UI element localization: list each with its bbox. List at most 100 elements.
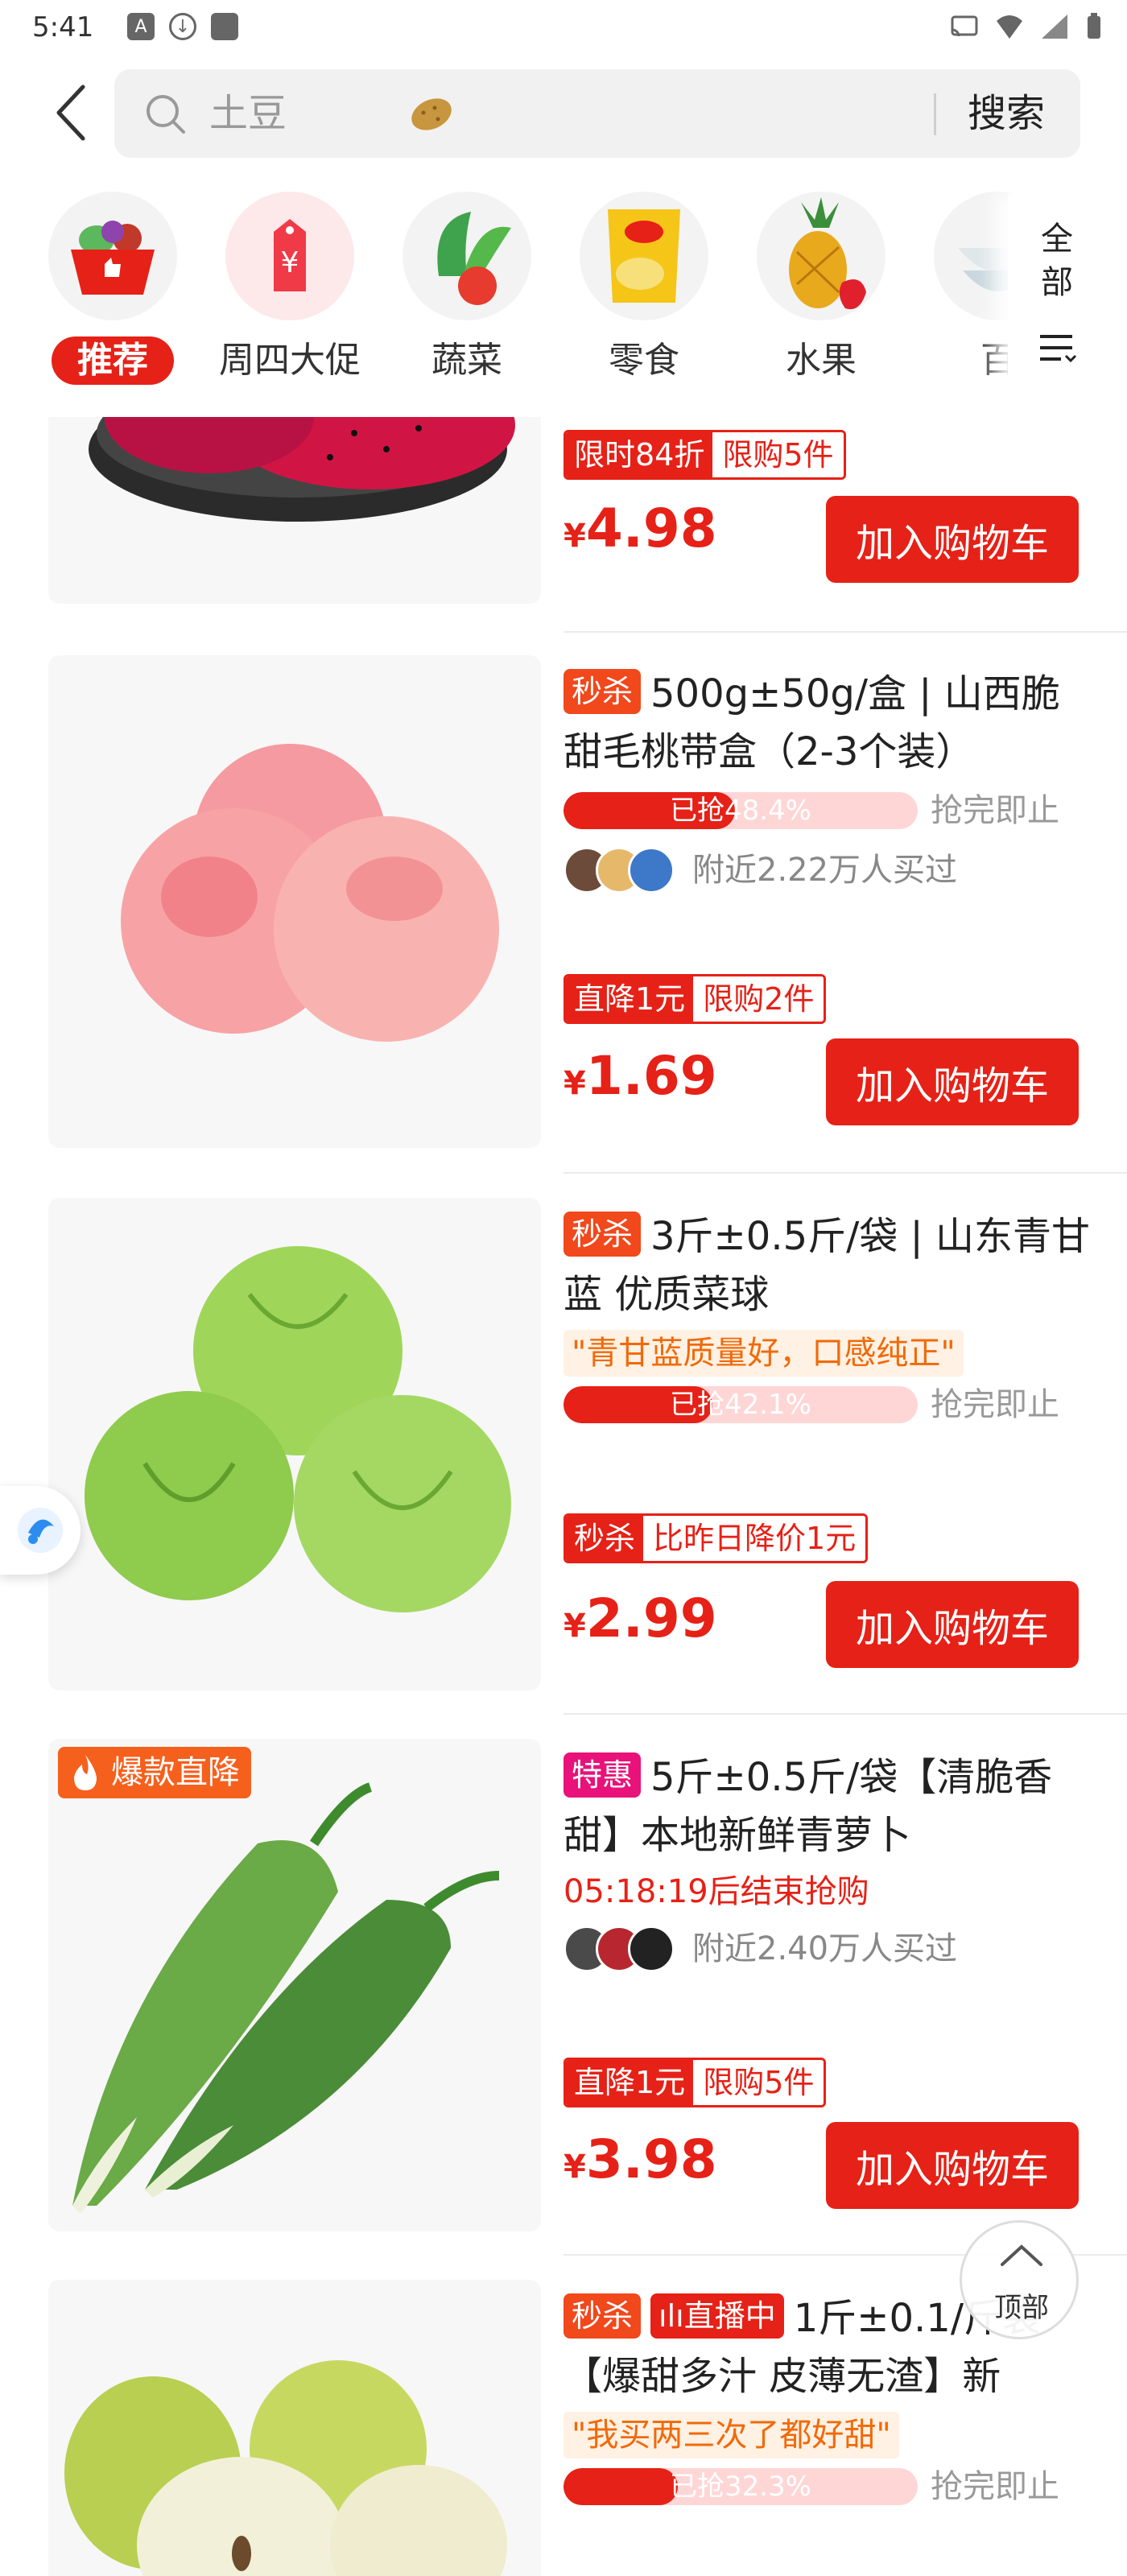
review-quote-row: "青甘蓝质量好，口感纯正": [564, 1330, 1095, 1377]
search-button[interactable]: 搜索: [968, 89, 1045, 138]
progress-text: 已抢48.4%: [669, 795, 811, 827]
font-notification-icon: A: [127, 13, 155, 40]
back-button[interactable]: [42, 79, 98, 147]
status-bar: 5:41 A ↓: [0, 0, 1127, 58]
notification-icons: A ↓: [127, 13, 238, 40]
progress-bar: 已抢32.3%: [564, 2468, 918, 2505]
signal-icon: [1042, 14, 1067, 39]
price: ¥3.98: [564, 2128, 717, 2190]
category-snacks[interactable]: 零食: [564, 187, 724, 402]
product-card[interactable]: 秒杀 3斤±0.5斤/袋 | 山东青甘蓝 优质菜球 "青甘蓝质量好，口感纯正" 已…: [0, 1198, 1127, 1692]
product-title: 秒杀 500g±50g/盒 | 山西脆甜毛桃带盒（2-3个装）: [564, 665, 1095, 781]
category-thursday-promo[interactable]: ¥ 周四大促: [209, 187, 370, 402]
price-value: 1.69: [585, 1045, 717, 1107]
price-value: 3.98: [585, 2128, 717, 2190]
category-label: 推荐: [52, 336, 174, 385]
promo-limit: 限购5件: [693, 2060, 824, 2105]
avatar: [628, 847, 675, 894]
progress-note: 抢完即止: [931, 1386, 1059, 1423]
promo-flash: 秒杀: [566, 1516, 644, 1561]
category-fruits[interactable]: 水果: [741, 187, 902, 402]
promo-discount: 直降1元: [566, 976, 694, 1022]
download-icon: ↓: [169, 13, 196, 40]
buyers-count: 附近2.40万人买过: [692, 1930, 958, 1967]
promo-row: 直降1元 限购5件: [564, 2058, 1095, 2107]
product-card[interactable]: 限时84折 限购5件 ¥4.98 加入购物车: [0, 417, 1127, 604]
sale-progress: 已抢32.3% 抢完即止: [564, 2463, 1095, 2508]
add-to-cart-button[interactable]: 加入购物车: [826, 1581, 1079, 1668]
app-notification-icon: [211, 13, 238, 40]
avatar: [628, 1926, 675, 1972]
live-tag: ılı直播中: [650, 2293, 784, 2339]
review-quote: "我买两三次了都好甜": [564, 2412, 899, 2458]
menu-list-icon: [1040, 335, 1077, 363]
promo-tag: 直降1元 限购2件: [564, 974, 827, 1024]
countdown-timer: 05:18:19后结束抢购: [564, 1873, 869, 1910]
category-strip: 推荐 ¥ 周四大促 蔬菜 零食 水果 百 全部: [0, 187, 1127, 402]
currency-symbol: ¥: [564, 518, 586, 555]
progress-bar: 已抢48.4%: [564, 792, 918, 829]
basket-thumb-icon: [48, 192, 177, 320]
product-image-radish[interactable]: 爆款直降: [48, 1739, 541, 2231]
product-info: 秒杀 3斤±0.5斤/袋 | 山东青甘蓝 优质菜球 "青甘蓝质量好，口感纯正" 已…: [564, 1208, 1095, 1426]
product-title: 特惠 5斤±0.5斤/袋【清脆香甜】本地新鲜青萝卜: [564, 1748, 1095, 1864]
promo-tag: 秒杀 比昨日降价1元: [564, 1513, 869, 1563]
promo-tag: 限时84折 限购5件: [564, 430, 846, 480]
category-label: 周四大促: [219, 340, 361, 381]
back-to-top-label: 顶部: [994, 2292, 1049, 2324]
add-to-cart-button[interactable]: 加入购物车: [826, 496, 1079, 583]
progress-note: 抢完即止: [931, 792, 1059, 829]
product-title: 秒杀 3斤±0.5斤/袋 | 山东青甘蓝 优质菜球: [564, 1208, 1095, 1323]
live-label: 直播中: [683, 2298, 776, 2334]
product-image-dragon-fruit[interactable]: [48, 417, 541, 604]
flame-icon: [74, 1755, 97, 1790]
sale-progress: 已抢48.4% 抢完即止: [564, 787, 1095, 832]
progress-text: 已抢42.1%: [669, 1389, 811, 1421]
buyers-row: 附近2.40万人买过: [564, 1922, 1095, 1974]
wifi-icon: [997, 15, 1022, 39]
product-card[interactable]: 爆款直降 特惠 5斤±0.5斤/袋【清脆香甜】本地新鲜青萝卜 05:18:19后结…: [0, 1739, 1127, 2233]
product-card[interactable]: 秒杀 ılı直播中 1斤±0.1/斤袋【爆甜多汁 皮薄无渣】新 "我买两三次了都好甜…: [0, 2280, 1127, 2576]
currency-symbol: ¥: [564, 2149, 586, 2186]
product-image-cabbage[interactable]: [48, 1198, 541, 1690]
chips-bag-icon: [580, 192, 708, 320]
product-image-pear[interactable]: [48, 2280, 541, 2576]
review-quote-row: "我买两三次了都好甜": [564, 2412, 1095, 2458]
all-categories-button[interactable]: 全部: [1008, 193, 1121, 402]
product-info: 限时84折 限购5件: [564, 430, 1095, 480]
search-input[interactable]: 土豆: [209, 89, 370, 138]
category-vegetables[interactable]: 蔬菜: [386, 187, 547, 402]
all-categories-label: 全部: [1041, 221, 1073, 301]
category-recommend[interactable]: 推荐: [32, 187, 193, 402]
flash-sale-tag: 秒杀: [564, 669, 642, 714]
system-icons: [950, 13, 1103, 40]
search-icon: [147, 95, 185, 134]
chevron-up-icon: [1001, 2244, 1042, 2266]
vegetables-icon: [402, 192, 531, 320]
status-time: 5:41: [32, 11, 94, 43]
add-to-cart-button[interactable]: 加入购物车: [826, 1038, 1079, 1125]
promo-row: 直降1元 限购2件: [564, 974, 1095, 1024]
add-to-cart-button[interactable]: 加入购物车: [826, 2122, 1079, 2209]
back-to-top-button[interactable]: 顶部: [960, 2220, 1079, 2339]
review-quote: "青甘蓝质量好，口感纯正": [564, 1330, 964, 1377]
product-card[interactable]: 秒杀 500g±50g/盒 | 山西脆甜毛桃带盒（2-3个装） 已抢48.4% 抢…: [0, 655, 1127, 1150]
promo-row: 秒杀 比昨日降价1元: [564, 1513, 1095, 1563]
search-bar[interactable]: 土豆 搜索: [114, 69, 1080, 158]
promo-discount: 直降1元: [566, 2060, 694, 2105]
assistant-icon: [18, 1508, 63, 1553]
search-divider: [934, 93, 936, 135]
product-image-peach[interactable]: [48, 655, 541, 1148]
promo-limit: 限购2件: [693, 976, 824, 1022]
divider: [564, 1172, 1127, 1174]
price: ¥4.98: [564, 497, 717, 559]
product-title-text: 3斤±0.5斤/袋 | 山东青甘蓝 优质菜球: [564, 1214, 1090, 1317]
promo-discount: 限时84折: [566, 432, 713, 477]
currency-symbol: ¥: [564, 1065, 586, 1102]
progress-bar: 已抢42.1%: [564, 1386, 918, 1423]
product-info: 特惠 5斤±0.5斤/袋【清脆香甜】本地新鲜青萝卜 05:18:19后结束抢购 附…: [564, 1748, 1095, 1974]
potato-emoji-icon: [411, 98, 452, 130]
promo-tag: 直降1元 限购5件: [564, 2058, 827, 2107]
progress-text: 已抢32.3%: [669, 2471, 811, 2503]
price-value: 2.99: [585, 1587, 717, 1649]
